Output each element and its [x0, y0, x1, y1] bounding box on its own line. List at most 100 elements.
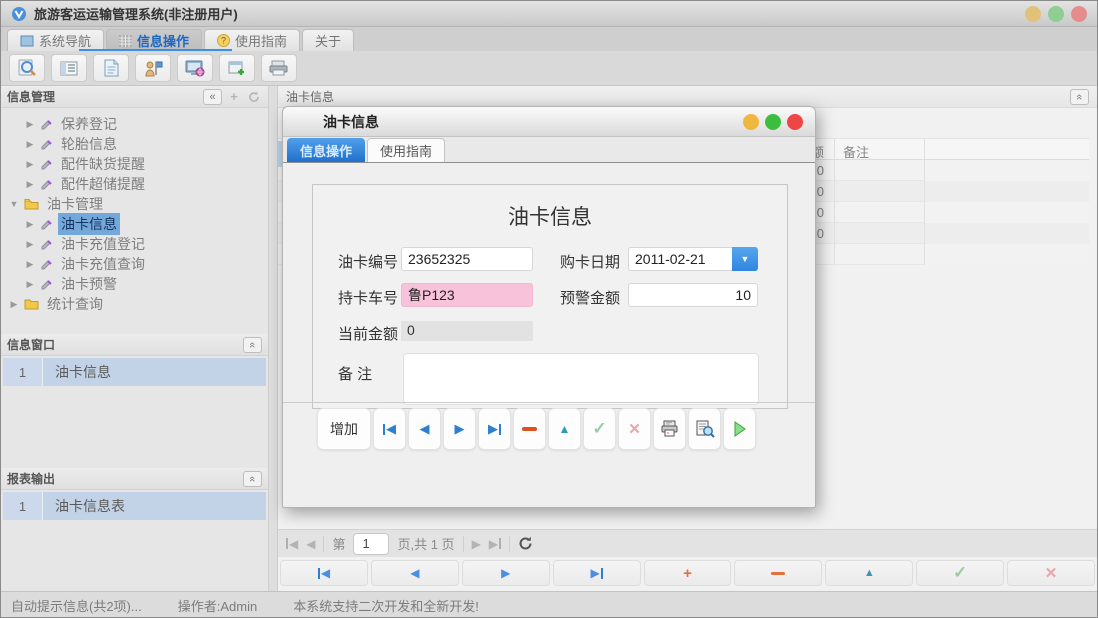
column-header-remark[interactable]: 备注 — [835, 139, 925, 159]
tree-folder-statistics-query[interactable]: ▶ 统计查询 — [1, 294, 268, 314]
user-navigation-button[interactable] — [135, 54, 171, 82]
tree-label[interactable]: 油卡信息 — [58, 213, 120, 235]
collapse-icon[interactable]: ▼ — [9, 199, 19, 209]
tree-label[interactable]: 统计查询 — [44, 293, 106, 315]
tool-icon — [40, 238, 53, 251]
tree-label[interactable]: 油卡管理 — [44, 193, 106, 215]
tree-item-fuel-card-recharge-register[interactable]: ▶ 油卡充值登记 — [1, 234, 268, 254]
document-button[interactable] — [93, 54, 129, 82]
expand-icon[interactable]: ▶ — [25, 119, 35, 130]
printer-button[interactable] — [261, 54, 297, 82]
first-page-button[interactable]: ◀ — [286, 537, 298, 551]
add-icon[interactable]: + — [226, 89, 242, 105]
edit-record-button[interactable]: ▲ — [548, 408, 581, 450]
tree-label[interactable]: 配件缺货提醒 — [58, 153, 148, 175]
tree-item-maintenance[interactable]: ▶ 保养登记 — [1, 114, 268, 134]
dialog-tab-info-operation[interactable]: 信息操作 — [287, 138, 365, 162]
table-view-button[interactable] — [51, 54, 87, 82]
fuel-card-dialog: 油卡信息 信息操作 使用指南 油卡信息 油卡编号 — [282, 106, 816, 508]
warn-amount-input[interactable] — [628, 283, 758, 307]
expand-icon[interactable]: ▶ — [25, 219, 35, 230]
first-record-button[interactable]: ◀ — [373, 408, 406, 450]
expand-icon[interactable]: ▶ — [25, 239, 35, 250]
window-close-button[interactable] — [1071, 6, 1087, 22]
refresh-button[interactable] — [518, 536, 533, 551]
card-no-input[interactable] — [401, 247, 533, 271]
remark-textarea[interactable] — [403, 353, 759, 405]
info-window-row[interactable]: 1 油卡信息 — [3, 358, 266, 386]
tree-item-fuel-card-info[interactable]: ▶ 油卡信息 — [1, 214, 268, 234]
dialog-close-button[interactable] — [787, 114, 803, 130]
collapse-left-button[interactable]: « — [203, 89, 222, 105]
tree-item-tire-info[interactable]: ▶ 轮胎信息 — [1, 134, 268, 154]
dialog-minimize-button[interactable] — [743, 114, 759, 130]
expand-icon[interactable]: ▶ — [25, 279, 35, 290]
nav-last-button[interactable]: ▶ — [553, 560, 641, 586]
next-record-button[interactable]: ▶ — [443, 408, 476, 450]
add-button[interactable]: 增加 — [317, 408, 371, 450]
panel-collapse-button[interactable]: « — [1070, 89, 1089, 105]
tree-label[interactable]: 油卡充值登记 — [58, 233, 148, 255]
monitor-globe-button[interactable] — [177, 54, 213, 82]
print-button[interactable] — [653, 408, 686, 450]
tree-label[interactable]: 保养登记 — [58, 113, 120, 135]
last-page-button[interactable]: ▶ — [489, 537, 501, 551]
expand-icon[interactable]: ▶ — [25, 159, 35, 170]
search-document-button[interactable] — [9, 54, 45, 82]
vehicle-input[interactable] — [401, 283, 533, 307]
tab-user-guide[interactable]: ? 使用指南 — [204, 29, 300, 51]
print-preview-button[interactable] — [688, 408, 721, 450]
tab-about[interactable]: 关于 — [302, 29, 354, 51]
buy-date-dropdown-button[interactable]: ▼ — [732, 247, 758, 271]
report-output-row[interactable]: 1 油卡信息表 — [3, 492, 266, 520]
tree-label[interactable]: 油卡预警 — [58, 273, 120, 295]
page-number-input[interactable] — [353, 533, 389, 555]
status-operator: 操作者:Admin — [178, 596, 257, 615]
dialog-tab-user-guide[interactable]: 使用指南 — [367, 138, 445, 162]
tree-label[interactable]: 配件超储提醒 — [58, 173, 148, 195]
expand-icon[interactable]: ▶ — [9, 299, 19, 310]
tree-label[interactable]: 油卡充值查询 — [58, 253, 148, 275]
prev-record-button[interactable]: ◀ — [408, 408, 441, 450]
tab-system-nav[interactable]: 系统导航 — [7, 29, 104, 51]
fuel-card-panel-header: 油卡信息 « — [278, 86, 1097, 108]
buy-date-value[interactable]: 2011-02-21 — [628, 247, 732, 271]
nav-confirm-button[interactable]: ✓ — [916, 560, 1004, 586]
window-maximize-button[interactable] — [1048, 6, 1064, 22]
prev-page-button[interactable]: ◀ — [306, 537, 315, 551]
window-minimize-button[interactable] — [1025, 6, 1041, 22]
last-record-button[interactable]: ▶ — [478, 408, 511, 450]
collapse-up-button[interactable]: « — [243, 471, 262, 487]
nav-delete-button[interactable] — [734, 560, 822, 586]
nav-next-button[interactable]: ▶ — [462, 560, 550, 586]
nav-prev-button[interactable]: ◀ — [371, 560, 459, 586]
nav-edit-button[interactable]: ▲ — [825, 560, 913, 586]
collapse-up-button[interactable]: « — [243, 337, 262, 353]
tree-item-fuel-card-warning[interactable]: ▶ 油卡预警 — [1, 274, 268, 294]
tab-info-operation[interactable]: 信息操作 — [106, 29, 202, 51]
confirm-button[interactable]: ✓ — [583, 408, 616, 450]
nav-cancel-button[interactable]: ✕ — [1007, 560, 1095, 586]
next-page-button[interactable]: ▶ — [472, 537, 481, 551]
buy-date-combo[interactable]: 2011-02-21 ▼ — [628, 247, 758, 271]
triangle-up-icon: ▲ — [864, 567, 875, 579]
user-navigation-icon — [144, 60, 163, 77]
tree-item-parts-overstock[interactable]: ▶ 配件超储提醒 — [1, 174, 268, 194]
tree-item-fuel-card-recharge-query[interactable]: ▶ 油卡充值查询 — [1, 254, 268, 274]
delete-record-button[interactable] — [513, 408, 546, 450]
sidebar-splitter[interactable] — [269, 86, 278, 591]
tree-item-parts-shortage[interactable]: ▶ 配件缺货提醒 — [1, 154, 268, 174]
dialog-title-bar[interactable]: 油卡信息 — [283, 107, 815, 137]
tree-label[interactable]: 轮胎信息 — [58, 133, 120, 155]
expand-icon[interactable]: ▶ — [25, 179, 35, 190]
dialog-maximize-button[interactable] — [765, 114, 781, 130]
expand-icon[interactable]: ▶ — [25, 139, 35, 150]
expand-icon[interactable]: ▶ — [25, 259, 35, 270]
cancel-button[interactable]: ✕ — [618, 408, 651, 450]
new-window-button[interactable] — [219, 54, 255, 82]
refresh-icon[interactable] — [246, 89, 262, 105]
execute-button[interactable] — [723, 408, 756, 450]
tree-folder-fuel-card[interactable]: ▼ 油卡管理 — [1, 194, 268, 214]
nav-first-button[interactable]: ◀ — [280, 560, 368, 586]
nav-add-button[interactable]: + — [644, 560, 732, 586]
